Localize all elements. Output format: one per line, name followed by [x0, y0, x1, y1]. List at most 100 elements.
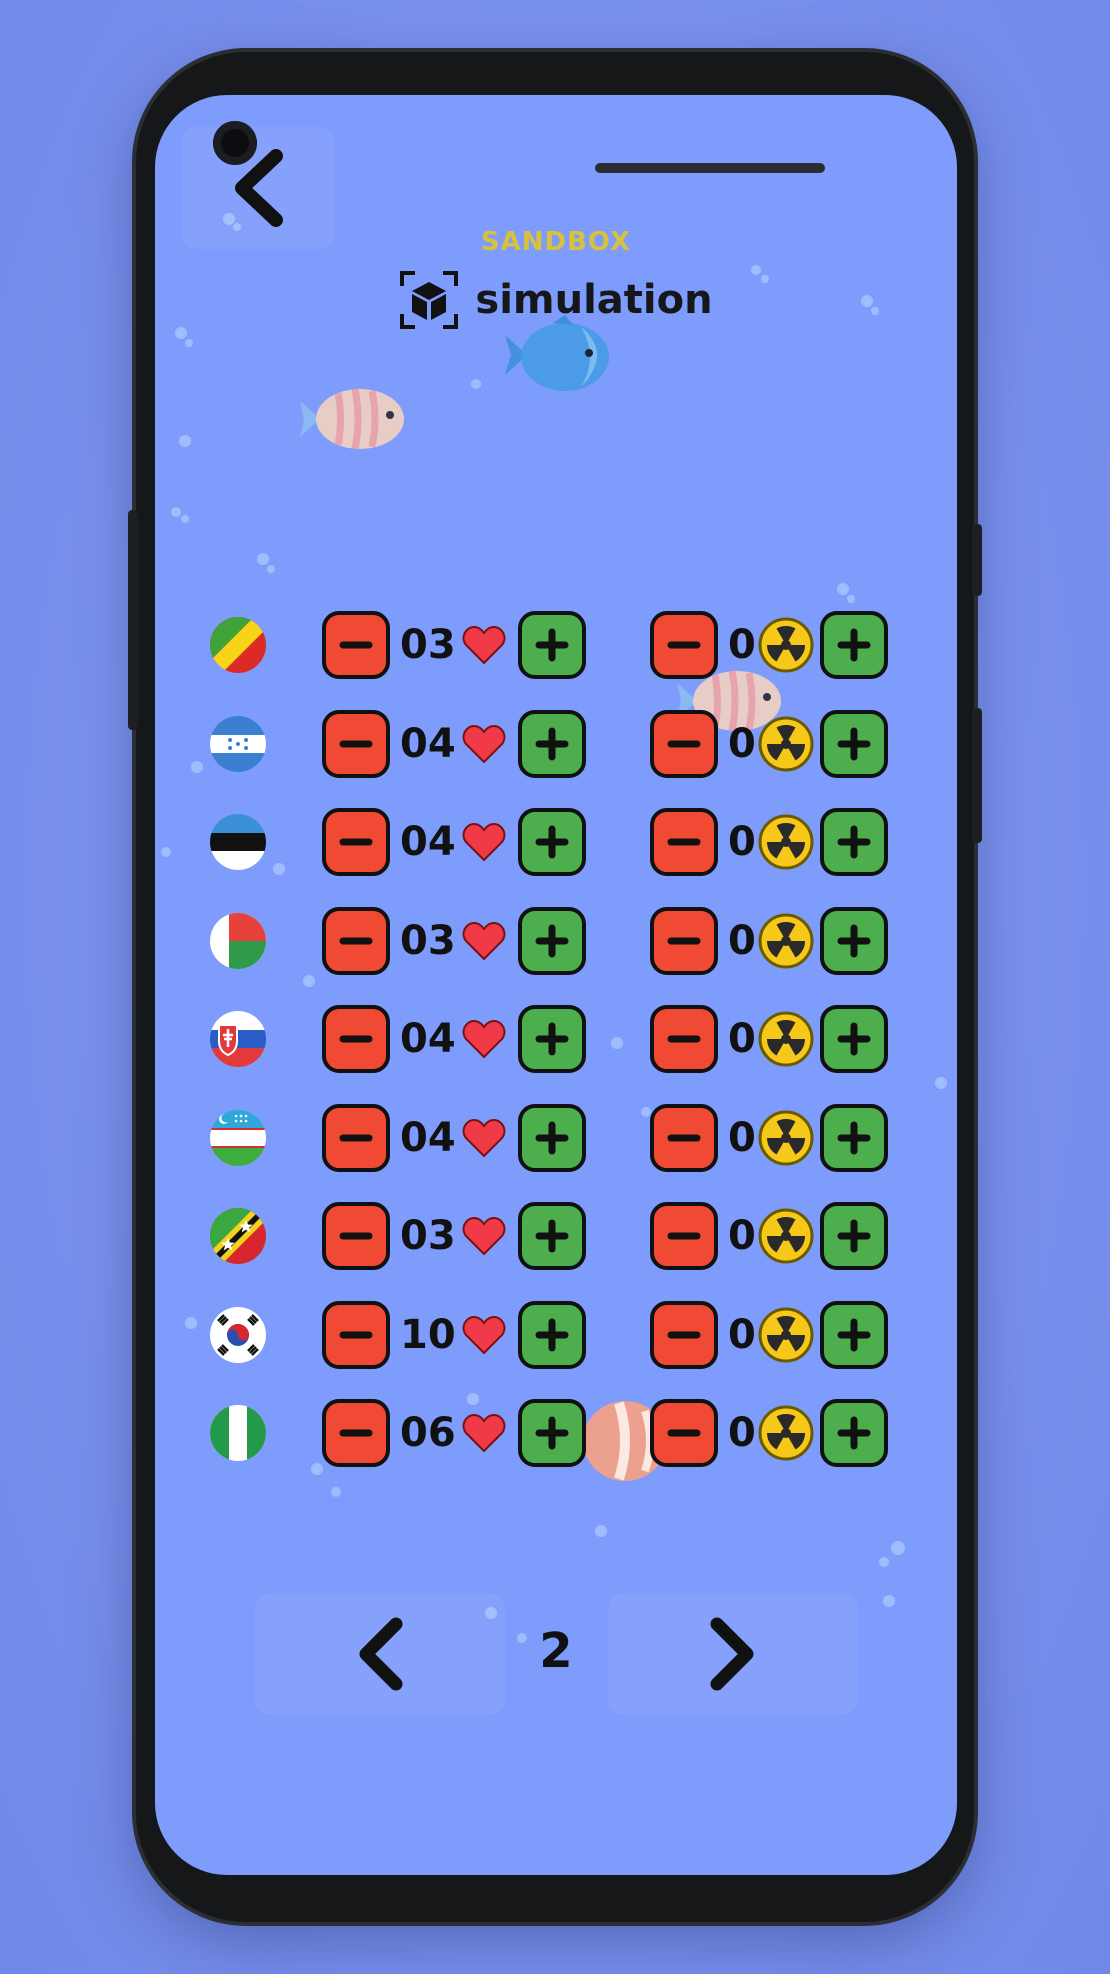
plus-icon [535, 1318, 569, 1351]
increase-nukes-button[interactable] [820, 1202, 888, 1270]
decrease-nukes-button[interactable] [650, 906, 718, 975]
decrease-lives-button[interactable] [322, 709, 390, 778]
heart-icon [462, 625, 506, 665]
increase-lives-button[interactable] [518, 709, 586, 778]
screen: SANDBOX simulation 03 0 04 0 04 0 03 0 0… [155, 95, 957, 1875]
decrease-nukes-button[interactable] [650, 709, 718, 778]
increase-nukes-button[interactable] [820, 1005, 888, 1073]
increase-nukes-button[interactable] [820, 1103, 888, 1172]
plus-icon [837, 727, 871, 760]
front-camera [213, 121, 257, 165]
saint-kitts-and-nevis-flag-icon [210, 1208, 266, 1264]
plus-icon [535, 1121, 569, 1154]
minus-icon [667, 740, 701, 747]
uzbekistan-flag-icon [210, 1109, 266, 1166]
plus-icon [837, 1219, 871, 1253]
increase-lives-button[interactable] [518, 808, 586, 876]
slovakia-flag-icon [210, 1011, 266, 1067]
plus-icon [837, 924, 871, 957]
heart-icon [462, 1413, 506, 1453]
country-row: 04 0 [210, 709, 910, 815]
decrease-lives-button[interactable] [322, 1399, 390, 1467]
minus-icon [339, 1232, 373, 1240]
minus-icon [667, 641, 701, 649]
minus-icon [667, 937, 701, 944]
heart-icon [462, 921, 506, 960]
increase-lives-button[interactable] [518, 611, 586, 679]
republic-of-the-congo-flag-icon [210, 617, 266, 673]
increase-nukes-button[interactable] [820, 808, 888, 876]
nukes-count: 0 [728, 1213, 756, 1259]
decrease-nukes-button[interactable] [650, 611, 718, 679]
minus-icon [667, 1134, 701, 1141]
decrease-nukes-button[interactable] [650, 1300, 718, 1369]
increase-nukes-button[interactable] [820, 611, 888, 679]
nukes-count: 0 [728, 720, 756, 767]
mode-label: SANDBOX [480, 227, 632, 257]
radiation-icon [758, 913, 814, 968]
phone-power-button [972, 524, 982, 596]
minus-icon [339, 937, 373, 944]
plus-icon [837, 1318, 871, 1351]
radiation-icon [758, 1405, 814, 1461]
country-row: 06 0 [210, 1399, 910, 1504]
decrease-nukes-button[interactable] [650, 1005, 718, 1073]
minus-icon [667, 1429, 701, 1437]
decrease-nukes-button[interactable] [650, 1202, 718, 1270]
cube-scan-icon [400, 271, 459, 329]
plus-icon [837, 825, 871, 859]
increase-lives-button[interactable] [518, 1005, 586, 1073]
increase-nukes-button[interactable] [820, 906, 888, 975]
lives-count: 04 [400, 1016, 456, 1062]
decrease-lives-button[interactable] [322, 611, 390, 679]
country-row: 03 0 [210, 611, 910, 716]
increase-nukes-button[interactable] [820, 1300, 888, 1369]
increase-lives-button[interactable] [518, 1202, 586, 1270]
decrease-nukes-button[interactable] [650, 808, 718, 876]
country-list: 03 0 04 0 04 0 03 0 04 0 04 0 03 0 10 0 … [210, 611, 910, 1504]
decrease-lives-button[interactable] [322, 1103, 390, 1172]
decrease-lives-button[interactable] [322, 1202, 390, 1270]
minus-icon [339, 1429, 373, 1437]
plus-icon [535, 924, 569, 957]
minus-icon [667, 838, 701, 846]
nukes-count: 0 [728, 1016, 756, 1062]
heart-icon [462, 822, 506, 862]
nukes-count: 0 [728, 622, 756, 668]
lives-count: 03 [400, 1213, 456, 1259]
madagascar-flag-icon [210, 912, 266, 969]
heart-icon [462, 724, 506, 763]
phone-side-button-left [128, 510, 138, 730]
increase-lives-button[interactable] [518, 1399, 586, 1467]
nukes-count: 0 [728, 1114, 756, 1161]
plus-icon [535, 1022, 569, 1056]
minus-icon [339, 740, 373, 747]
nukes-count: 0 [728, 917, 756, 964]
chevron-right-icon [710, 1617, 754, 1691]
minus-icon [667, 1232, 701, 1240]
decrease-nukes-button[interactable] [650, 1399, 718, 1467]
speaker-grille [595, 163, 825, 173]
radiation-icon [758, 1307, 814, 1362]
decrease-lives-button[interactable] [322, 906, 390, 975]
plus-icon [837, 1022, 871, 1056]
decrease-lives-button[interactable] [322, 808, 390, 876]
country-row: 10 0 [210, 1300, 910, 1406]
minus-icon [339, 1331, 373, 1338]
striped-fish-icon [300, 388, 404, 450]
decrease-lives-button[interactable] [322, 1005, 390, 1073]
increase-nukes-button[interactable] [820, 1399, 888, 1467]
lives-count: 04 [400, 1114, 456, 1161]
estonia-flag-icon [210, 814, 266, 870]
increase-lives-button[interactable] [518, 906, 586, 975]
heart-icon [462, 1019, 506, 1059]
increase-lives-button[interactable] [518, 1103, 586, 1172]
increase-lives-button[interactable] [518, 1300, 586, 1369]
next-page-button[interactable] [608, 1593, 858, 1715]
increase-nukes-button[interactable] [820, 709, 888, 778]
country-row: 04 0 [210, 1005, 910, 1110]
decrease-nukes-button[interactable] [650, 1103, 718, 1172]
minus-icon [339, 838, 373, 846]
radiation-icon [758, 1208, 814, 1264]
decrease-lives-button[interactable] [322, 1300, 390, 1369]
